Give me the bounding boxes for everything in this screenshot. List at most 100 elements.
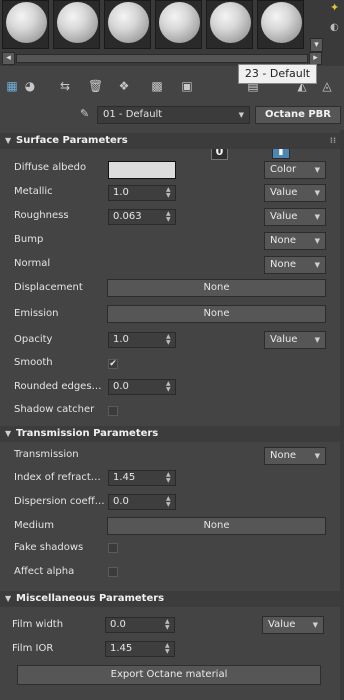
- spinner-arrows-icon[interactable]: ▲ ▼: [166, 381, 173, 393]
- ior-spinner[interactable]: 1.45 ▲ ▼: [108, 470, 176, 486]
- film-ior-label: Film IOR: [12, 643, 54, 654]
- material-sphere: [159, 2, 200, 43]
- chevron-down-icon: ▼: [314, 213, 320, 221]
- film-width-spinner[interactable]: 0.0 ▲ ▼: [105, 617, 175, 633]
- assign-icon[interactable]: ⇆: [58, 79, 72, 93]
- dropdown-value: Value: [268, 619, 296, 630]
- material-sphere: [108, 2, 149, 43]
- collapse-icon: ▼: [5, 594, 12, 603]
- sample-slot[interactable]: [2, 0, 49, 49]
- backlight-icon[interactable]: ◐: [330, 22, 342, 34]
- section-transmission-header[interactable]: ▼ Transmission Parameters: [0, 426, 344, 442]
- spinner-arrows-icon[interactable]: ▲ ▼: [165, 643, 172, 655]
- horizontal-scrollbar[interactable]: [16, 54, 308, 63]
- export-material-button[interactable]: Export Octane material: [17, 665, 321, 685]
- roughness-spinner[interactable]: 0.063 ▲ ▼: [108, 209, 176, 225]
- bump-mode-dropdown[interactable]: None ▼: [264, 232, 326, 250]
- dropdown-value: Value: [270, 334, 298, 345]
- diffuse-color-swatch[interactable]: [108, 161, 176, 179]
- rounded-edges-label: Rounded edges…: [14, 381, 102, 392]
- chevron-down-icon: ▼: [238, 111, 244, 119]
- metallic-mode-dropdown[interactable]: Value ▼: [264, 184, 326, 202]
- vertical-scrollbar[interactable]: [340, 130, 344, 700]
- opacity-spinner[interactable]: 1.0 ▲ ▼: [108, 332, 176, 348]
- get-material-icon[interactable]: ▦: [5, 79, 19, 93]
- spinner-value: 1.45: [110, 643, 133, 654]
- sample-slot[interactable]: [257, 0, 304, 49]
- spinner-arrows-icon[interactable]: ▲ ▼: [166, 496, 173, 508]
- chevron-down-icon: ▼: [314, 261, 320, 269]
- fake-shadows-checkbox[interactable]: [108, 543, 118, 553]
- emission-map-button[interactable]: None: [107, 305, 326, 323]
- shadow-catcher-checkbox[interactable]: [108, 406, 118, 416]
- sample-slot[interactable]: [155, 0, 202, 49]
- medium-label: Medium: [14, 520, 54, 531]
- normal-mode-dropdown[interactable]: None ▼: [264, 256, 326, 274]
- eyedropper-icon[interactable]: ✎: [80, 107, 92, 121]
- material-sphere: [6, 2, 47, 43]
- go-forward-icon[interactable]: ◬: [320, 79, 334, 93]
- save-icon[interactable]: ▣: [180, 79, 194, 93]
- collapse-icon: ▼: [5, 429, 12, 438]
- material-sphere: [210, 2, 251, 43]
- spinner-value: 0.063: [113, 211, 142, 222]
- chevron-down-icon: ▼: [314, 166, 320, 174]
- sample-slot[interactable]: [104, 0, 151, 49]
- sample-slot[interactable]: [206, 0, 253, 49]
- displacement-label: Displacement: [14, 282, 83, 293]
- rounded-edges-spinner[interactable]: 0.0 ▲ ▼: [108, 379, 176, 395]
- make-unique-icon[interactable]: ❖: [117, 79, 131, 93]
- chevron-down-icon: ▼: [314, 452, 320, 460]
- film-ior-spinner[interactable]: 1.45 ▲ ▼: [105, 641, 175, 657]
- put-to-scene-icon[interactable]: ◕: [23, 79, 37, 93]
- dropdown-value: Value: [270, 211, 298, 222]
- spinner-arrows-icon[interactable]: ▲ ▼: [166, 211, 173, 223]
- metallic-spinner[interactable]: 1.0 ▲ ▼: [108, 185, 176, 201]
- smooth-checkbox[interactable]: ✔: [108, 359, 118, 369]
- material-sphere: [57, 2, 98, 43]
- spinner-arrows-icon[interactable]: ▲ ▼: [165, 619, 172, 631]
- section-title: Miscellaneous Parameters: [16, 593, 165, 604]
- grip-icon: ⁝⁝: [329, 136, 336, 145]
- material-type-button[interactable]: Octane PBR: [255, 106, 341, 124]
- displacement-map-button[interactable]: None: [107, 279, 326, 297]
- sample-slots: ✦ ◐ ▾ ◂ ▸: [0, 0, 344, 66]
- material-sphere: [261, 2, 302, 43]
- spinner-arrows-icon[interactable]: ▲ ▼: [166, 472, 173, 484]
- film-width-mode-dropdown[interactable]: Value ▼: [262, 616, 324, 634]
- dropdown-value: None: [270, 235, 297, 246]
- roughness-mode-dropdown[interactable]: Value ▼: [264, 208, 326, 226]
- spinner-arrows-icon[interactable]: ▲ ▼: [166, 334, 173, 346]
- normal-label: Normal: [14, 258, 51, 269]
- smooth-label: Smooth: [14, 357, 53, 368]
- spinner-value: 0.0: [113, 381, 129, 392]
- tooltip: 23 - Default: [238, 64, 317, 84]
- spinner-value: 1.0: [113, 334, 129, 345]
- roughness-label: Roughness: [14, 210, 69, 221]
- scroll-down-icon[interactable]: ▾: [310, 38, 323, 52]
- affect-alpha-checkbox[interactable]: [108, 567, 118, 577]
- section-surface-header[interactable]: ▼ Surface Parameters ⁝⁝: [0, 133, 344, 149]
- dropdown-value: None: [270, 450, 297, 461]
- spinner-arrows-icon[interactable]: ▲ ▼: [166, 187, 173, 199]
- opacity-mode-dropdown[interactable]: Value ▼: [264, 331, 326, 349]
- delete-icon[interactable]: 🗑: [88, 79, 103, 93]
- section-title: Surface Parameters: [16, 135, 128, 146]
- material-name-value: 01 - Default: [103, 109, 163, 120]
- diffuse-mode-dropdown[interactable]: Color ▼: [264, 161, 326, 179]
- put-to-library-icon[interactable]: ▩: [150, 79, 164, 93]
- transmission-mode-dropdown[interactable]: None ▼: [264, 447, 326, 465]
- dropdown-value: Value: [270, 187, 298, 198]
- spinner-value: 1.45: [113, 472, 136, 483]
- material-name-field[interactable]: 01 - Default ▼: [97, 106, 250, 124]
- chevron-down-icon: ▼: [314, 336, 320, 344]
- scroll-left-icon[interactable]: ◂: [2, 52, 15, 65]
- shadow-catcher-label: Shadow catcher: [14, 404, 95, 415]
- sample-slot[interactable]: [53, 0, 100, 49]
- section-misc-header[interactable]: ▼ Miscellaneous Parameters: [0, 591, 344, 607]
- sun-icon[interactable]: ✦: [330, 2, 342, 14]
- dispersion-spinner[interactable]: 0.0 ▲ ▼: [108, 494, 176, 510]
- dropdown-value: None: [270, 259, 297, 270]
- medium-button[interactable]: None: [107, 517, 326, 535]
- collapse-icon: ▼: [5, 136, 12, 145]
